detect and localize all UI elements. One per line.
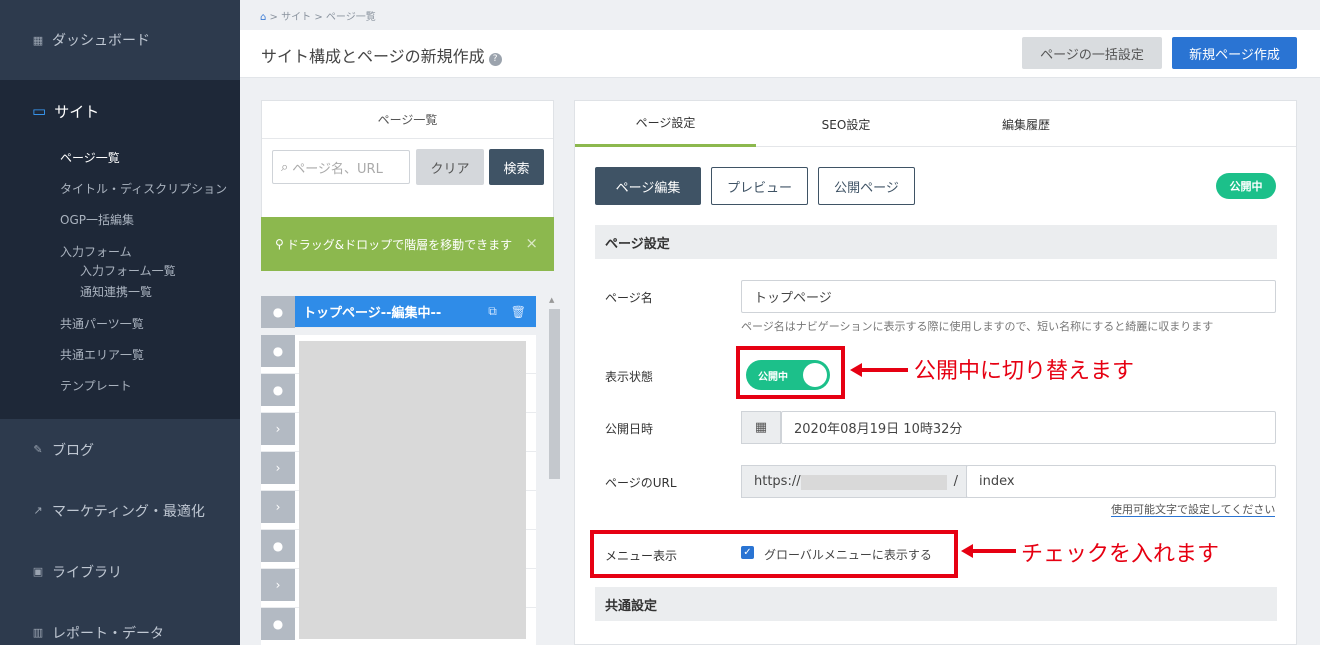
circle-icon[interactable]: ● — [261, 608, 295, 640]
page-title: サイト構成とページの新規作成? — [261, 43, 502, 67]
publish-date-label: 公開日時 — [605, 422, 654, 436]
close-icon[interactable]: × — [525, 234, 538, 252]
sidebar-section-site: ▭ サイト ページ一覧 タイトル・ディスクリプション OGP一括編集 入力フォー… — [0, 80, 240, 419]
bulk-settings-button[interactable]: ページの一括設定 — [1022, 37, 1162, 69]
sidebar-sub-page-list[interactable]: ページ一覧 — [0, 142, 240, 173]
circle-icon[interactable]: ● — [261, 335, 295, 367]
page-name-field[interactable]: トップページ — [741, 280, 1276, 313]
tab-bar: ページ設定 SEO設定 編集履歴 — [575, 101, 1296, 147]
dashboard-icon: ▦ — [32, 33, 44, 47]
section-common-settings: 共通設定 — [595, 587, 1277, 621]
new-page-button[interactable]: 新規ページ作成 — [1172, 37, 1297, 69]
search-icon: ⌕ — [281, 159, 289, 175]
annotation-arrow-line — [971, 549, 1016, 553]
chevron-right-icon[interactable]: › — [261, 569, 295, 601]
page-name-help: ページ名はナビゲーションに表示する際に使用しますので、短い名称にすると綺麗に収ま… — [741, 320, 1214, 333]
bar-chart-icon: ▥ — [32, 626, 44, 639]
tree-row-label[interactable]: トップページ--編集中-- — [295, 296, 488, 327]
breadcrumb-site[interactable]: サイト — [281, 12, 311, 23]
sidebar-item-label: サイト — [54, 102, 100, 121]
clear-button[interactable]: クリア — [416, 149, 484, 185]
sidebar-item-library[interactable]: ▣ ライブラリ — [0, 541, 240, 602]
sidebar-item-label: レポート・データ — [52, 625, 164, 642]
sidebar-item-blog[interactable]: ✎ ブログ — [0, 419, 240, 480]
sidebar-sub-ogp-edit[interactable]: OGP一括編集 — [0, 204, 240, 235]
url-prefix: https:// / — [741, 465, 967, 498]
trend-icon: ↗ — [33, 504, 43, 517]
url-field[interactable]: index — [966, 465, 1276, 498]
trash-icon[interactable]: 🗑 — [511, 305, 526, 319]
help-icon[interactable]: ? — [488, 53, 502, 66]
scroll-up-icon[interactable]: ▲ — [549, 296, 554, 304]
sidebar-item-dashboard[interactable]: ▦ ダッシュボード — [0, 0, 240, 80]
window-icon: ▭ — [32, 102, 47, 120]
search-button[interactable]: 検索 — [489, 149, 544, 185]
url-help-link[interactable]: 使用可能文字で設定してください — [1111, 501, 1276, 517]
pencil-icon: ✎ — [33, 443, 43, 456]
sidebar-sub-common-area[interactable]: 共通エリア一覧 — [0, 339, 240, 370]
sidebar-sub-notify-list[interactable]: 通知連携一覧 — [0, 281, 240, 302]
sidebar-item-label: ライブラリ — [52, 564, 122, 581]
breadcrumb-page-list: ページ一覧 — [325, 12, 376, 23]
page-header: サイト構成とページの新規作成? ページの一括設定 新規ページ作成 — [240, 30, 1320, 78]
section-page-settings: ページ設定 — [595, 225, 1277, 259]
annotation-box-toggle — [736, 346, 845, 399]
hint-text: ドラッグ&ドロップで階層を移動できます — [286, 237, 513, 252]
sidebar-sub-form-list[interactable]: 入力フォーム一覧 — [0, 260, 240, 281]
calendar-icon[interactable]: ▦ — [741, 411, 781, 444]
display-state-label: 表示状態 — [605, 370, 654, 384]
sidebar-item-marketing[interactable]: ↗ マーケティング・最適化 — [0, 480, 240, 541]
tab-page-settings[interactable]: ページ設定 — [575, 101, 756, 147]
search-placeholder: ページ名、URL — [292, 161, 383, 177]
tree-row[interactable]: ● トップページ--編集中-- ⧉ 🗑 — [261, 296, 536, 328]
sidebar-sub-template[interactable]: テンプレート — [0, 370, 240, 401]
search-input[interactable]: ⌕ ページ名、URL — [272, 150, 410, 184]
sidebar-item-label: ダッシュボード — [52, 33, 150, 49]
url-label: ページのURL — [605, 476, 677, 490]
drag-drop-hint: ⚲ ドラッグ&ドロップで階層を移動できます × — [261, 217, 554, 271]
sidebar-item-label: マーケティング・最適化 — [52, 503, 205, 520]
page-list-panel: ページ一覧 ⌕ ページ名、URL クリア 検索 — [261, 100, 554, 228]
annotation-text-checkbox: チェックを入れます — [1021, 542, 1220, 567]
copy-icon[interactable]: ⧉ — [488, 304, 497, 319]
circle-icon[interactable]: ● — [261, 530, 295, 562]
sidebar-item-report[interactable]: ▥ レポート・データ — [0, 602, 240, 645]
tab-edit-history[interactable]: 編集履歴 — [936, 101, 1116, 147]
chevron-right-icon[interactable]: › — [261, 413, 295, 445]
redacted-domain — [801, 475, 947, 490]
tab-seo-settings[interactable]: SEO設定 — [756, 101, 936, 147]
breadcrumb: ⌂ > サイト > ページ一覧 — [260, 12, 376, 23]
chevron-right-icon[interactable]: › — [261, 491, 295, 523]
preview-button[interactable]: プレビュー — [711, 167, 808, 205]
circle-icon[interactable]: ● — [261, 296, 295, 328]
panel-title: ページ一覧 — [262, 101, 553, 139]
chevron-right-icon[interactable]: › — [261, 452, 295, 484]
status-badge: 公開中 — [1216, 173, 1276, 199]
public-page-button[interactable]: 公開ページ — [818, 167, 915, 205]
sidebar-sub-form[interactable]: 入力フォーム — [0, 235, 240, 260]
sidebar-item-site[interactable]: ▭ サイト — [0, 80, 240, 142]
sidebar-item-label: ブログ — [52, 442, 94, 459]
image-icon: ▣ — [32, 565, 44, 578]
annotation-text-toggle: 公開中に切り替えます — [914, 359, 1135, 384]
circle-icon[interactable]: ● — [261, 374, 295, 406]
sidebar: ▦ ダッシュボード ▭ サイト ページ一覧 タイトル・ディスクリプション OGP… — [0, 0, 240, 645]
sidebar-sub-common-parts[interactable]: 共通パーツ一覧 — [0, 308, 240, 339]
annotation-arrow-line — [860, 368, 908, 372]
home-icon[interactable]: ⌂ — [260, 12, 266, 23]
page-name-label: ページ名 — [605, 291, 653, 305]
annotation-box-checkbox — [590, 530, 958, 578]
pin-icon: ⚲ — [275, 237, 284, 251]
page-edit-button[interactable]: ページ編集 — [595, 167, 701, 205]
sidebar-sub-title-description[interactable]: タイトル・ディスクリプション — [0, 173, 240, 204]
page-tree: ● トップページ--編集中-- ⧉ 🗑 ● ● › › › ● › ● — [261, 296, 536, 645]
scrollbar-thumb[interactable] — [549, 309, 560, 479]
redacted-area — [299, 341, 526, 639]
publish-date-field[interactable]: 2020年08月19日 10時32分 — [781, 411, 1276, 444]
